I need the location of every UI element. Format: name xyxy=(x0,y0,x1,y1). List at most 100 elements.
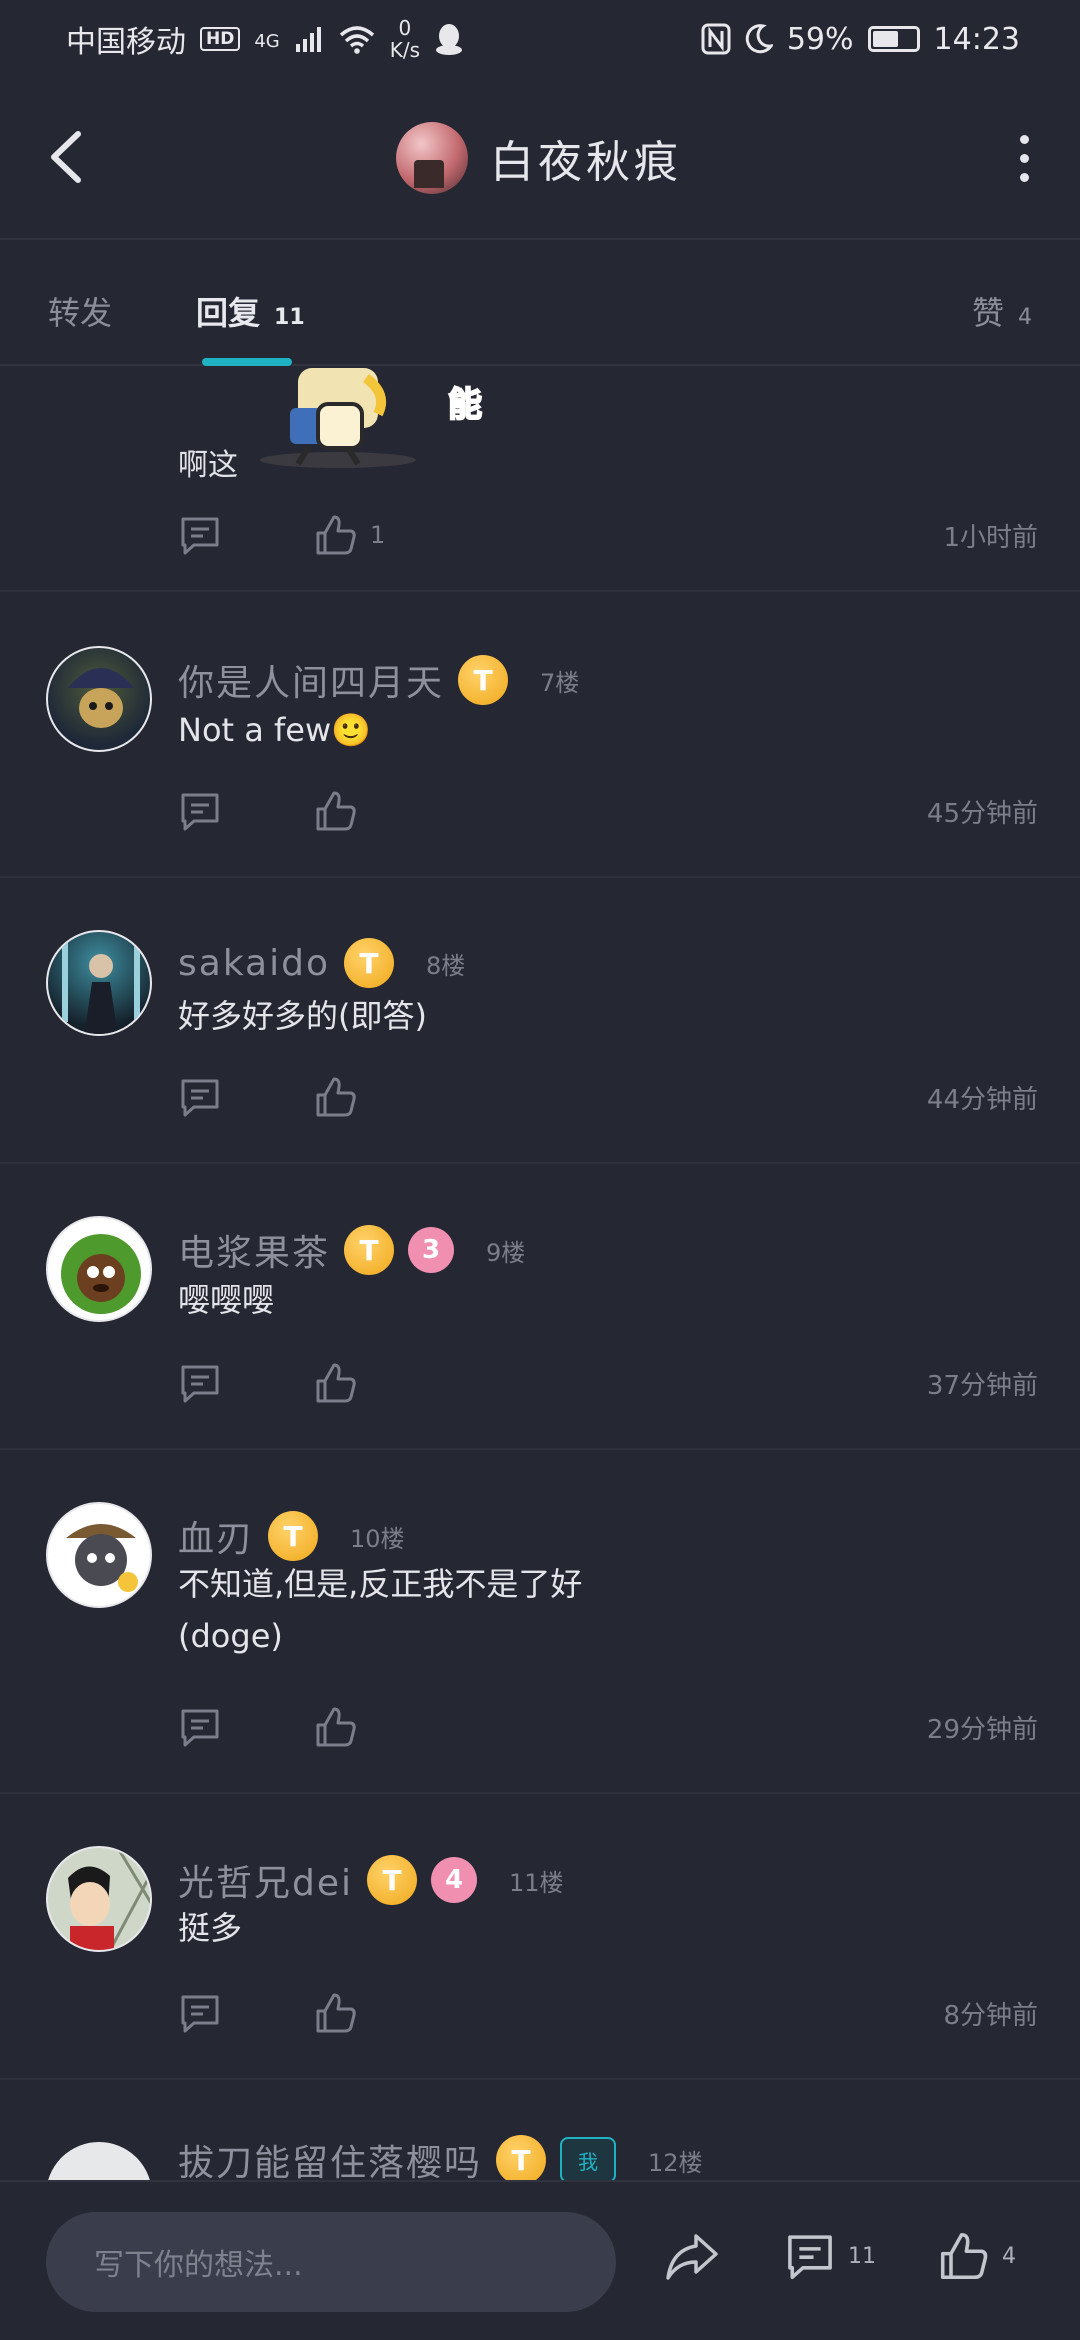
user-name[interactable]: 血刃 xyxy=(178,1510,254,1562)
status-right: 59% 14:23 xyxy=(701,22,1020,57)
comment-icon xyxy=(181,1995,219,2033)
thumbs-up-icon xyxy=(316,1363,356,1403)
reply-button[interactable] xyxy=(178,1361,222,1405)
tab-like[interactable]: 赞 4 xyxy=(972,288,1032,334)
more-dot-icon xyxy=(1019,172,1029,182)
floor-number: 7楼 xyxy=(540,668,580,697)
net-speed-unit: K/s xyxy=(389,38,421,62)
reply-header: 光哲兄dei T 4 11楼 xyxy=(178,1854,564,1906)
list-item: 血刃 T 10楼 不知道,但是,反正我不是了好 (doge) 29分钟前 xyxy=(0,1452,1080,1794)
comment-icon xyxy=(181,1709,219,1747)
comment-icon xyxy=(181,793,219,831)
reply-time: 29分钟前 xyxy=(926,1714,1038,1745)
more-dot-icon xyxy=(1019,134,1029,144)
net-speed: 0 K/s xyxy=(390,17,420,61)
share-button[interactable] xyxy=(664,2230,720,2282)
thumbs-up-icon xyxy=(316,515,356,555)
like-button[interactable] xyxy=(314,1705,358,1749)
reply-actions: 44分钟前 xyxy=(178,1072,1038,1122)
avatar[interactable] xyxy=(46,1502,152,1608)
back-button[interactable] xyxy=(40,124,96,190)
avatar[interactable] xyxy=(46,2142,152,2180)
avatar[interactable] xyxy=(46,1216,152,1322)
header-title[interactable]: 白夜秋痕 xyxy=(396,122,682,194)
comment-icon xyxy=(181,1079,219,1117)
t-badge: T xyxy=(343,938,394,988)
reply-header: 电浆果茶 T 3 9楼 xyxy=(178,1224,525,1276)
reply-button[interactable] xyxy=(178,513,222,557)
user-name[interactable]: 光哲兄dei xyxy=(178,1854,353,1906)
reply-actions: 45分钟前 xyxy=(178,786,1038,836)
comment-input[interactable]: 写下你的想法... xyxy=(46,2212,616,2312)
list-item: 你是人间四月天 T 7楼 Not a few🙂 45分钟前 xyxy=(0,594,1080,878)
reply-time: 37分钟前 xyxy=(926,1370,1038,1401)
reply-header: 你是人间四月天 T 7楼 xyxy=(178,654,579,706)
status-bar: 中国移动 HD 4G 0 K/s 59% 14:23 xyxy=(0,0,1080,78)
comment-count: 11 xyxy=(848,2243,876,2269)
t-badge: T xyxy=(367,1855,418,1905)
thumbs-up-icon xyxy=(316,1707,356,1747)
reply-text: 好多好多的(即答) xyxy=(178,997,427,1035)
tab-repost[interactable]: 转发 xyxy=(48,288,112,334)
avatar[interactable] xyxy=(46,930,152,1036)
floor-number: 9楼 xyxy=(486,1238,526,1267)
sticker-image[interactable]: 能 xyxy=(258,368,518,468)
reply-button[interactable] xyxy=(178,789,222,833)
reply-time: 45分钟前 xyxy=(926,798,1038,829)
comment-count-button[interactable]: 11 xyxy=(784,2230,876,2282)
reply-text-line: 不知道,但是,反正我不是了好 xyxy=(178,1565,583,1603)
avatar[interactable] xyxy=(46,646,152,752)
reply-text: 啊这 xyxy=(178,448,238,483)
net-speed-value: 0 xyxy=(398,16,412,40)
back-arrow-icon xyxy=(51,131,81,183)
reply-button[interactable] xyxy=(178,1705,222,1749)
floor-number: 12楼 xyxy=(648,2148,703,2177)
list-item: 拔刀能留住落樱吗 T 我 12楼 xyxy=(0,2082,1080,2180)
moon-icon xyxy=(745,24,773,54)
like-button[interactable]: 1 xyxy=(314,513,385,557)
app: 中国移动 HD 4G 0 K/s 59% 14:23 白夜秋痕 转发 回复 11… xyxy=(0,0,1080,2340)
reply-actions: 8分钟前 xyxy=(178,1988,1038,2038)
author-name: 白夜秋痕 xyxy=(490,137,682,188)
nfc-icon xyxy=(701,23,731,55)
battery-fill xyxy=(872,31,898,47)
user-name[interactable]: sakaido xyxy=(178,943,330,984)
like-count-button[interactable]: 4 xyxy=(938,2230,1016,2282)
reply-button[interactable] xyxy=(178,1075,222,1119)
comment-icon xyxy=(181,1365,219,1403)
like-count: 4 xyxy=(1002,2243,1016,2269)
tab-like-label: 赞 xyxy=(972,294,1005,332)
reply-button[interactable] xyxy=(178,1991,222,2035)
tab-reply[interactable]: 回复 11 xyxy=(196,288,305,334)
tab-active-indicator xyxy=(202,358,292,366)
list-item: sakaido T 8楼 好多好多的(即答) 44分钟前 xyxy=(0,880,1080,1164)
t-badge: T xyxy=(496,2135,547,2180)
avatar[interactable] xyxy=(46,1846,152,1952)
user-name[interactable]: 电浆果茶 xyxy=(178,1224,330,1276)
reply-time: 1小时前 xyxy=(943,522,1038,553)
list-item: 光哲兄dei T 4 11楼 挺多 8分钟前 xyxy=(0,1796,1080,2080)
thumbs-up-icon xyxy=(316,791,356,831)
like-count: 1 xyxy=(370,521,386,549)
like-button[interactable] xyxy=(314,1361,358,1405)
network-label: 4G xyxy=(254,31,280,52)
like-button[interactable] xyxy=(314,1991,358,2035)
thumbs-up-icon xyxy=(316,1993,356,2033)
bottom-bar: 写下你的想法... 11 4 xyxy=(0,2180,1080,2340)
me-badge: 我 xyxy=(560,2137,617,2180)
author-avatar[interactable] xyxy=(396,122,468,194)
like-button[interactable] xyxy=(314,789,358,833)
reply-header: 拔刀能留住落樱吗 T 我 12楼 xyxy=(178,2134,703,2180)
user-name[interactable]: 拔刀能留住落樱吗 xyxy=(178,2134,482,2180)
reply-text: Not a few🙂 xyxy=(178,711,371,749)
battery-icon xyxy=(867,26,920,52)
list-item: 能 啊这 1 1小时前 xyxy=(0,368,1080,592)
hd-badge: HD xyxy=(200,27,241,51)
reply-text: 挺多 xyxy=(178,1909,243,1947)
svg-text:能: 能 xyxy=(448,385,482,425)
user-name[interactable]: 你是人间四月天 xyxy=(178,654,444,706)
like-button[interactable] xyxy=(314,1075,358,1119)
more-options-button[interactable] xyxy=(1004,128,1044,188)
reply-time: 8分钟前 xyxy=(943,2000,1038,2031)
reply-text: 嘤嘤嘤 xyxy=(178,1281,275,1319)
